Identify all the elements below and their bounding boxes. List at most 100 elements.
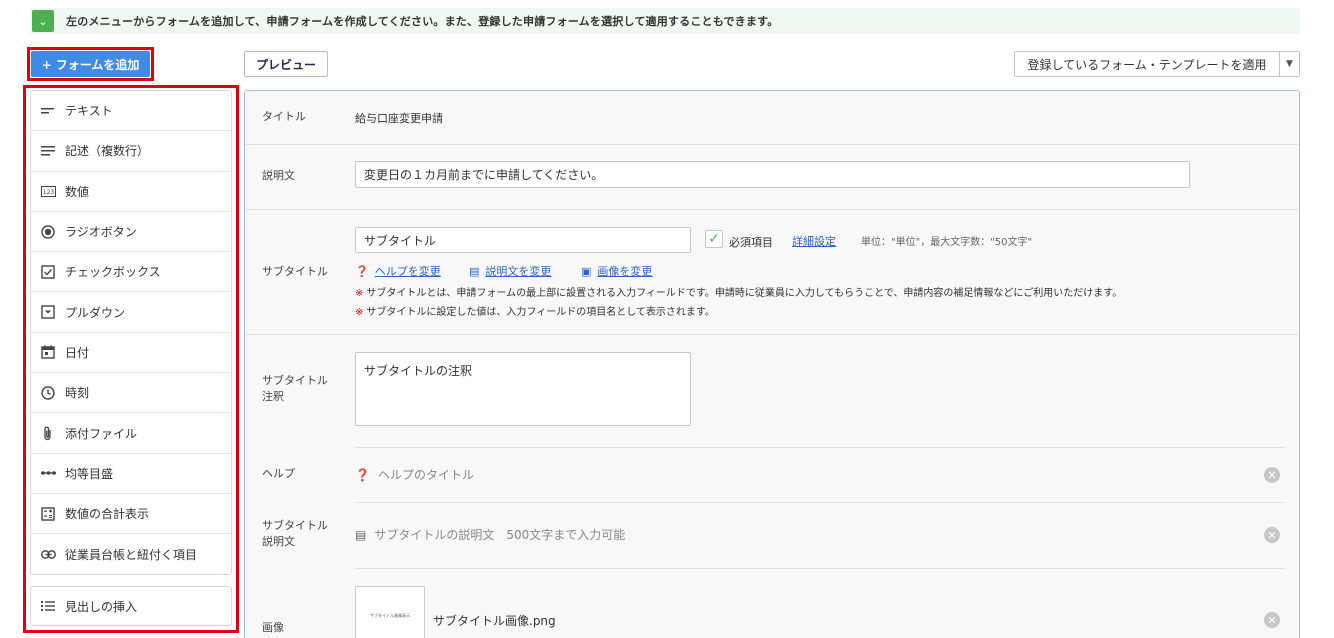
menu-item-label: テキスト — [65, 104, 113, 119]
document-icon: ▤ — [469, 264, 480, 278]
subtitle-warning-1: ※ サブタイトルとは、申請フォームの最上部に設置される入力フィールドです。申請時に… — [355, 284, 1122, 299]
divider — [245, 334, 1299, 335]
long-text-icon — [40, 143, 56, 159]
menu-item-attachment[interactable]: 添付ファイル — [31, 413, 231, 454]
menu-item-checkbox[interactable]: チェックボックス — [31, 252, 231, 293]
short-text-icon — [40, 103, 56, 119]
attachment-icon — [40, 425, 56, 441]
change-help-label: ヘルプを変更 — [374, 265, 441, 278]
subtitle-description-label: サブタイトル 説明文 — [262, 518, 328, 550]
template-select-label: 登録しているフォーム・テンプレートを適用 — [1027, 57, 1267, 72]
help-label: ヘルプ — [262, 467, 295, 480]
scale-icon — [40, 465, 56, 481]
insert-heading-label: 見出しの挿入 — [65, 599, 138, 614]
insert-heading-button[interactable]: 見出しの挿入 — [30, 586, 232, 626]
calculator-icon — [40, 506, 56, 522]
change-description-label: 説明文を変更 — [485, 265, 552, 278]
menu-item-label: 添付ファイル — [65, 426, 138, 441]
description-label: 説明文 — [262, 169, 295, 182]
divider — [355, 447, 1285, 448]
help-title-field[interactable]: ❓ ヘルプのタイトル — [355, 466, 474, 483]
remove-help-icon[interactable]: ✕ — [1264, 467, 1280, 483]
menu-item-label: 数値の合計表示 — [65, 507, 150, 522]
description-input[interactable]: 変更日の１カ月前までに申請してください。 — [355, 161, 1190, 188]
detail-settings-link[interactable]: 詳細設定 — [792, 233, 836, 249]
change-image-link[interactable]: ▣ 画像を変更 — [581, 263, 652, 279]
change-image-label: 画像を変更 — [597, 265, 653, 278]
add-form-button[interactable]: + フォームを追加 — [31, 51, 150, 77]
form-editor-panel: タイトル 給与口座変更申請 説明文 変更日の１カ月前までに申請してください。 サ… — [244, 90, 1300, 638]
menu-item-sum[interactable]: 数値の合計表示 — [31, 494, 231, 535]
subtitle-description-placeholder: サブタイトルの説明文 500文字まで入力可能 — [374, 528, 626, 542]
menu-item-text[interactable]: テキスト — [31, 91, 231, 132]
image-label: 画像 — [262, 621, 284, 634]
menu-item-label: 均等目盛 — [65, 466, 114, 481]
annotation-label-line2: 注釈 — [262, 390, 284, 403]
annotation-textarea[interactable]: サブタイトルの注釈 — [355, 352, 691, 426]
preview-button[interactable]: プレビュー — [244, 51, 328, 77]
subtitle-warning-2: ※ サブタイトルに設定した値は、入力フィールドの項目名として表示されます。 — [355, 303, 715, 318]
subtitle-input[interactable]: サブタイトル — [355, 227, 691, 253]
menu-item-dropdown[interactable]: プルダウン — [31, 292, 231, 333]
divider — [245, 209, 1299, 210]
change-description-link[interactable]: ▤ 説明文を変更 — [469, 263, 551, 279]
menu-item-number[interactable]: 123 数値 — [31, 172, 231, 212]
title-value: 給与口座変更申請 — [355, 112, 443, 125]
menu-item-label: プルダウン — [65, 305, 126, 320]
menu-item-label: 時刻 — [65, 386, 90, 401]
menu-item-multiline[interactable]: 記述（複数行） — [31, 131, 231, 172]
subtitle-label: サブタイトル — [262, 265, 328, 278]
subtitle-description-field[interactable]: ▤ サブタイトルの説明文 500文字まで入力可能 — [355, 526, 625, 543]
chevron-down-icon[interactable]: ⌄ — [32, 10, 54, 32]
menu-item-employee-link[interactable]: 従業員台帳と紐付く項目 — [31, 534, 231, 574]
template-select[interactable]: 登録しているフォーム・テンプレートを適用 ▼ — [1014, 51, 1300, 77]
menu-item-label: 従業員台帳と紐付く項目 — [65, 547, 198, 562]
required-checkbox[interactable]: ✓ — [705, 230, 723, 248]
number-icon: 123 — [40, 183, 56, 199]
divider — [355, 568, 1285, 569]
image-icon: ▣ — [581, 264, 592, 278]
clock-icon — [40, 385, 56, 401]
form-element-menu: テキスト 記述（複数行） 123 数値 ラジオボタン チェックボックス プルダウ… — [30, 90, 232, 575]
menu-item-label: 日付 — [65, 345, 90, 360]
svg-text:123: 123 — [42, 189, 54, 196]
annotation-label: サブタイトル 注釈 — [262, 373, 328, 405]
calendar-icon — [40, 344, 56, 360]
warning-text: サブタイトルに設定した値は、入力フィールドの項目名として表示されます。 — [366, 307, 715, 318]
info-banner: ⌄ 左のメニューからフォームを追加して、申請フォームを作成してください。また、登… — [30, 8, 1300, 34]
menu-item-time[interactable]: 時刻 — [31, 373, 231, 414]
menu-item-label: 記述（複数行） — [65, 144, 150, 159]
question-icon: ❓ — [355, 264, 369, 278]
image-filename: サブタイトル画像.png — [433, 614, 556, 628]
image-thumbnail[interactable]: サブタイトル画像表示 — [355, 586, 425, 638]
menu-item-label: 数値 — [65, 184, 90, 199]
change-help-link[interactable]: ❓ ヘルプを変更 — [355, 263, 441, 279]
menu-item-date[interactable]: 日付 — [31, 333, 231, 374]
question-icon: ❓ — [355, 467, 370, 482]
required-label: 必須項目 — [729, 236, 773, 249]
subtitle-description-label-line1: サブタイトル — [262, 519, 328, 532]
caret-down-icon[interactable]: ▼ — [1279, 52, 1299, 76]
dropdown-icon — [40, 304, 56, 320]
document-icon: ▤ — [355, 527, 367, 542]
warning-mark: ※ — [355, 288, 364, 299]
radio-icon — [40, 224, 56, 240]
warning-text: サブタイトルとは、申請フォームの最上部に設置される入力フィールドです。申請時に従… — [366, 288, 1123, 299]
help-title-placeholder: ヘルプのタイトル — [377, 468, 474, 482]
menu-item-scale[interactable]: 均等目盛 — [31, 454, 231, 494]
remove-description-icon[interactable]: ✕ — [1264, 527, 1280, 543]
subtitle-description-label-line2: 説明文 — [262, 535, 295, 548]
divider — [355, 502, 1285, 503]
menu-item-radio[interactable]: ラジオボタン — [31, 212, 231, 253]
list-icon — [40, 598, 56, 614]
title-label: タイトル — [262, 110, 306, 123]
annotation-label-line1: サブタイトル — [262, 374, 328, 387]
link-icon — [40, 546, 56, 562]
menu-item-label: ラジオボタン — [65, 225, 137, 240]
remove-image-icon[interactable]: ✕ — [1264, 612, 1280, 628]
unit-note: 単位："単位"，最大文字数："50文字" — [861, 237, 1033, 248]
warning-mark: ※ — [355, 307, 364, 318]
divider — [245, 144, 1299, 145]
menu-item-label: チェックボックス — [65, 265, 161, 280]
checkbox-icon — [40, 264, 56, 280]
